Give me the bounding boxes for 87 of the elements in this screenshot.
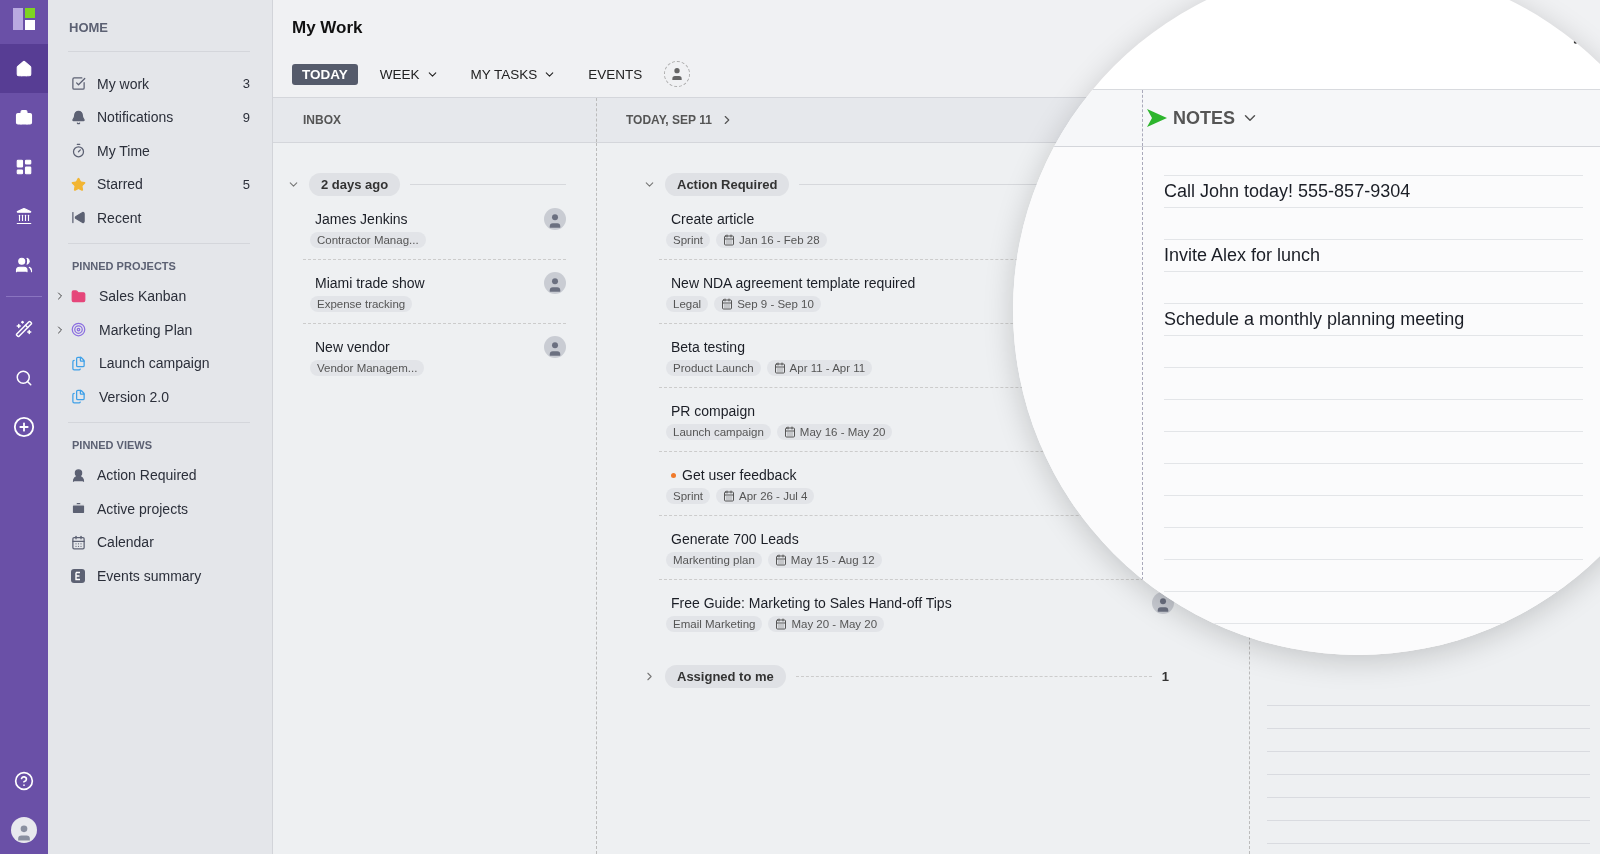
calendar-icon — [783, 426, 796, 438]
item-title[interactable]: New vendor — [315, 339, 390, 355]
sidebar-item[interactable]: Action Required — [97, 467, 197, 484]
item-title[interactable]: Miami trade show — [315, 275, 425, 291]
calendar-icon — [723, 490, 736, 502]
tab[interactable]: MY TASKS — [460, 63, 567, 85]
task-title[interactable]: Free Guide: Marketing to Sales Hand-off Tips — [671, 595, 952, 611]
tag: Email Marketing — [666, 616, 763, 632]
sidebar-item[interactable]: Calendar — [97, 534, 154, 551]
sidebar-item[interactable]: Version 2.0 — [97, 388, 170, 405]
task-title[interactable]: Get user feedback — [682, 467, 797, 483]
item-count: 9 — [242, 109, 250, 125]
tag: Markenting plan — [666, 552, 762, 568]
calendar-icon — [774, 554, 787, 566]
date-text: May 16 - May 20 — [799, 426, 886, 438]
section-title: PINNED PROJECTS — [71, 258, 177, 274]
tab[interactable]: EVENTS — [578, 63, 653, 85]
column-title: INBOX — [303, 113, 341, 127]
date-text: Apr 26 - Jul 4 — [739, 490, 808, 502]
home-icon[interactable] — [0, 44, 48, 93]
item-count: 5 — [242, 176, 250, 192]
date-text: Sep 9 - Sep 10 — [737, 298, 814, 310]
date-text: May 20 - May 20 — [791, 618, 878, 630]
sidebar-item[interactable]: Sales Kanban — [97, 288, 187, 305]
group-label: 2 days ago — [309, 173, 401, 196]
files-icon — [71, 355, 86, 371]
calendar-icon — [721, 298, 734, 310]
tag: Product Launch — [666, 360, 761, 376]
item-count: 1 — [1161, 669, 1169, 684]
sidebar-item[interactable]: Starred — [97, 176, 143, 193]
sidebar-item[interactable]: Notifications — [97, 109, 174, 126]
date-text: May 15 - Aug 12 — [790, 554, 875, 566]
tab[interactable]: WEEK — [369, 63, 449, 85]
group-label: Action Required — [665, 173, 790, 196]
note-text[interactable]: Schedule a monthly planning meeting — [1164, 309, 1465, 330]
tag: Contractor Manag... — [310, 232, 426, 248]
briefcase-icon — [71, 501, 86, 517]
note-text[interactable]: Invite Alex for lunch — [1164, 245, 1321, 266]
date-text: Apr 11 - Apr 11 — [789, 362, 866, 374]
letter-icon — [71, 568, 85, 583]
task-title[interactable]: Create article — [671, 211, 755, 227]
pointer-icon — [1147, 109, 1167, 128]
note-text[interactable]: Call John today! 555-857-9304 — [1164, 181, 1411, 202]
bell-icon — [71, 109, 86, 125]
task-title[interactable]: PR compaign — [671, 403, 756, 419]
sidebar-item[interactable]: Recent — [97, 209, 142, 226]
task-title[interactable]: New NDA agreement template required — [671, 275, 916, 291]
tag: Legal — [666, 296, 709, 312]
calendar-icon — [71, 534, 86, 550]
sidebar-item[interactable]: Events summary — [97, 567, 202, 584]
skip-back-icon — [71, 210, 86, 226]
avatar — [544, 336, 566, 358]
item-count: 3 — [242, 76, 250, 92]
section-title: PINNED VIEWS — [71, 437, 154, 453]
user-icon — [71, 467, 86, 483]
task-title[interactable]: Beta testing — [671, 339, 745, 355]
avatar — [544, 208, 566, 230]
item-title[interactable]: James Jenkins — [315, 211, 408, 227]
page-title: My Work — [292, 18, 364, 38]
tag: Launch campaign — [666, 424, 771, 440]
sidebar-item[interactable]: Active projects — [97, 500, 189, 517]
tag: Sprint — [666, 488, 711, 504]
task-title[interactable]: Generate 700 Leads — [671, 531, 799, 547]
tag: Sprint — [666, 232, 711, 248]
tag: Vendor Managem... — [310, 360, 425, 376]
target-icon — [71, 322, 86, 338]
logo-icon[interactable] — [13, 8, 35, 30]
sidebar-item[interactable]: My work — [97, 75, 150, 92]
sidebar-item[interactable]: My Time — [97, 142, 150, 159]
calendar-icon — [723, 234, 736, 246]
star-icon — [71, 176, 86, 192]
column-title: NOTES — [1173, 107, 1235, 129]
tag: Expense tracking — [310, 296, 413, 312]
files-icon — [71, 389, 86, 405]
folder-icon — [71, 288, 86, 304]
column-title: TODAY, SEP 11 — [626, 113, 712, 127]
checkbox-icon — [71, 76, 86, 92]
calendar-icon — [775, 618, 788, 630]
sidebar-item[interactable]: Marketing Plan — [97, 321, 193, 338]
timer-icon — [71, 143, 86, 159]
group-label: Assigned to me — [665, 665, 786, 688]
tab[interactable]: TODAY — [292, 63, 358, 85]
sidebar-item[interactable]: Launch campaign — [97, 355, 210, 372]
calendar-icon — [773, 362, 786, 374]
date-text: Jan 16 - Feb 28 — [739, 234, 820, 246]
section-title: HOME — [68, 20, 250, 52]
avatar — [544, 272, 566, 294]
